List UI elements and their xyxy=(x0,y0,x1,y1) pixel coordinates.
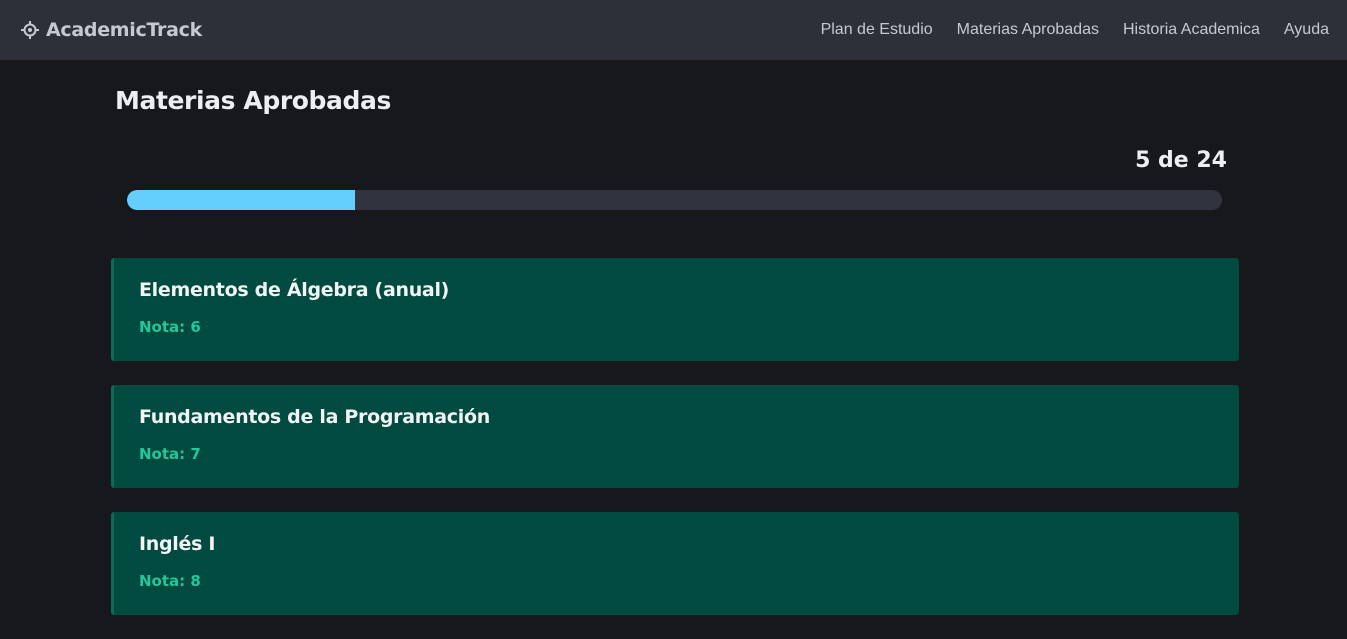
brand-name: AcademicTrack xyxy=(46,19,202,41)
subject-grade: Nota: 8 xyxy=(139,572,201,590)
progress-bar xyxy=(127,190,1222,210)
progress-bar-fill xyxy=(127,190,356,210)
nav-link-materias-aprobadas[interactable]: Materias Aprobadas xyxy=(957,19,1099,41)
subject-name: Elementos de Álgebra (anual) xyxy=(139,279,450,301)
brand-logo-link[interactable]: AcademicTrack xyxy=(20,18,202,42)
subject-grade: Nota: 7 xyxy=(139,445,201,463)
nav-link-ayuda[interactable]: Ayuda xyxy=(1284,19,1329,41)
subject-grade: Nota: 6 xyxy=(139,318,201,336)
subject-card[interactable]: Elementos de Álgebra (anual) Nota: 6 xyxy=(111,258,1239,361)
subject-name: Fundamentos de la Programación xyxy=(139,406,490,428)
nav-link-historia-academica[interactable]: Historia Academica xyxy=(1123,19,1260,41)
subject-card[interactable]: Inglés I Nota: 8 xyxy=(111,512,1239,615)
page-title: Materias Aprobadas xyxy=(115,86,391,115)
nav-link-plan-de-estudio[interactable]: Plan de Estudio xyxy=(821,19,933,41)
crosshair-icon xyxy=(21,21,39,39)
subject-name: Inglés I xyxy=(139,533,216,555)
approved-subjects-list: Elementos de Álgebra (anual) Nota: 6 Fun… xyxy=(111,258,1239,639)
main-nav: Plan de Estudio Materias Aprobadas Histo… xyxy=(821,19,1329,41)
subject-card[interactable]: Fundamentos de la Programación Nota: 7 xyxy=(111,385,1239,488)
progress-count: 5 de 24 xyxy=(1135,148,1227,173)
top-navbar: AcademicTrack Plan de Estudio Materias A… xyxy=(0,0,1347,60)
